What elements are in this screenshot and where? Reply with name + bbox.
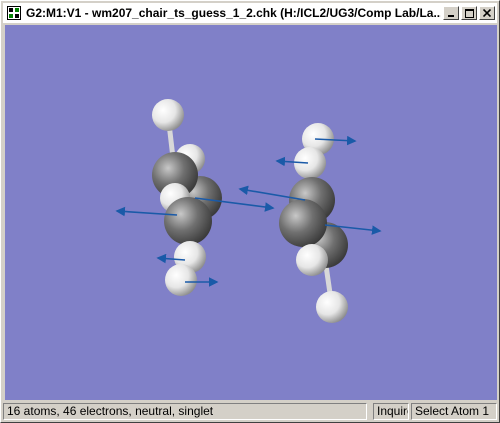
hydrogen-atom[interactable] xyxy=(316,291,348,323)
molecule-summary: 16 atoms, 46 electrons, neutral, singlet xyxy=(3,403,367,420)
status-bar: 16 atoms, 46 electrons, neutral, singlet… xyxy=(3,402,497,421)
hydrogen-atom[interactable] xyxy=(296,244,328,276)
carbon-atom[interactable] xyxy=(279,199,327,247)
main-window: G2:M1:V1 - wm207_chair_ts_guess_1_2.chk … xyxy=(0,0,500,423)
title-bar[interactable]: G2:M1:V1 - wm207_chair_ts_guess_1_2.chk … xyxy=(3,3,497,23)
carbon-atom[interactable] xyxy=(164,197,212,245)
hydrogen-atom[interactable] xyxy=(165,264,197,296)
left-fragment[interactable] xyxy=(152,99,222,296)
minimize-button[interactable] xyxy=(443,6,459,20)
action-prompt: Select Atom 1 xyxy=(411,403,497,420)
right-fragment[interactable] xyxy=(279,123,348,323)
close-button[interactable] xyxy=(479,6,495,20)
mode-indicator: Inquire xyxy=(373,403,409,420)
window-title: G2:M1:V1 - wm207_chair_ts_guess_1_2.chk … xyxy=(26,6,441,20)
minimize-icon xyxy=(448,15,454,17)
molecule-canvas[interactable] xyxy=(5,25,497,400)
molecule-view[interactable] xyxy=(5,25,497,400)
maximize-icon xyxy=(464,8,474,18)
maximize-button[interactable] xyxy=(461,6,477,20)
hydrogen-atom[interactable] xyxy=(152,99,184,131)
gaussview-app-icon[interactable] xyxy=(6,5,22,21)
close-icon xyxy=(483,9,491,17)
